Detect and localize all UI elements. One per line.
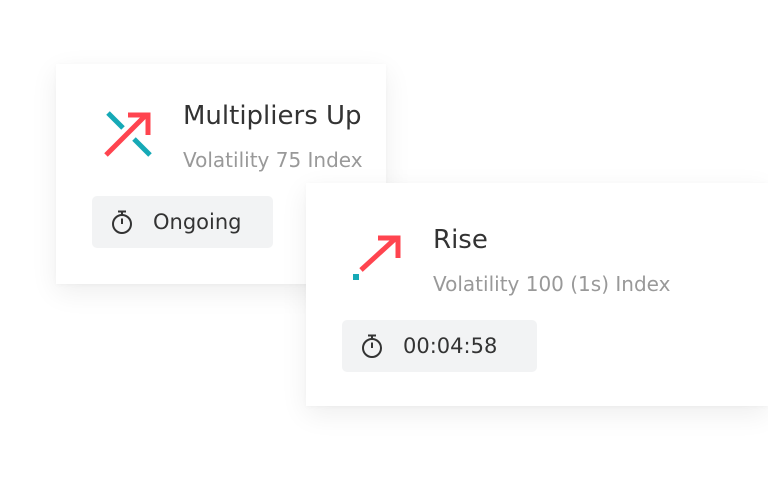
rise-icon [350, 230, 406, 286]
stopwatch-icon [362, 334, 382, 358]
timer-badge: 00:04:58 [342, 320, 537, 372]
contract-card-rise[interactable]: Rise Volatility 100 (1s) Index 00:04:58 [306, 183, 768, 406]
timer-text: 00:04:58 [403, 334, 498, 358]
status-text: Ongoing [153, 210, 242, 234]
contract-title: Rise [433, 225, 488, 255]
market-name: Volatility 100 (1s) Index [433, 272, 671, 296]
market-name: Volatility 75 Index [183, 148, 363, 172]
multipliers-up-icon [100, 106, 156, 162]
stopwatch-icon [112, 210, 132, 234]
contract-title: Multipliers Up [183, 101, 362, 131]
status-badge: Ongoing [92, 196, 273, 248]
